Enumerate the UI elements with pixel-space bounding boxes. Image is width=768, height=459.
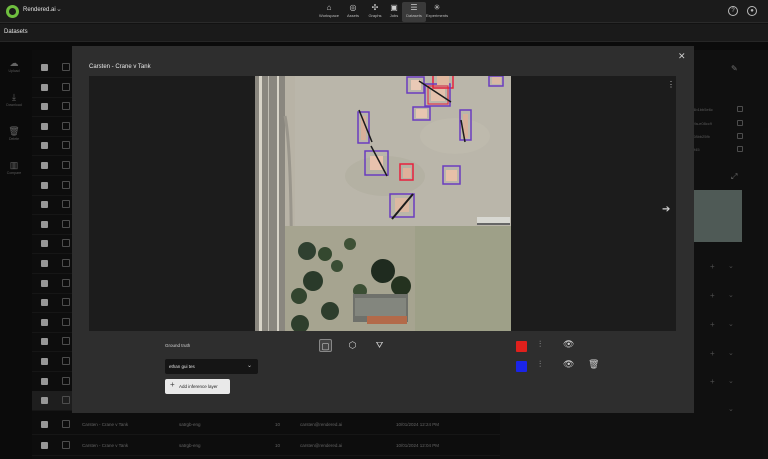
app-logo[interactable] xyxy=(6,5,19,18)
help-icon[interactable]: ? xyxy=(728,6,738,16)
ground-truth-label: Ground truth xyxy=(165,343,191,348)
user-icon[interactable]: ● xyxy=(747,6,757,16)
nav-label: Workspace xyxy=(319,13,339,18)
nav-label: Assets xyxy=(346,13,359,18)
assets-icon: ◎ xyxy=(349,3,357,12)
bounding-box-icon[interactable]: ▢ xyxy=(319,339,332,352)
next-image-arrow-icon[interactable]: ➔ xyxy=(662,204,670,215)
sliders-icon[interactable]: ⫶ xyxy=(539,359,541,370)
page-header xyxy=(0,24,768,42)
app-name: Rendered.ai xyxy=(23,7,56,13)
inference-layer-select-value: ethan gui tes xyxy=(169,364,195,369)
nav-label: Datasets xyxy=(406,13,422,18)
aerial-image[interactable] xyxy=(255,76,511,331)
experiments-icon: ✳ xyxy=(433,3,441,12)
sliders-icon[interactable]: ⫶ xyxy=(539,339,541,350)
nav-assets[interactable]: ◎ Assets xyxy=(341,2,365,22)
close-icon[interactable]: ✕ xyxy=(678,51,686,62)
nav-datasets[interactable]: ☰ Datasets xyxy=(402,2,426,22)
nav-experiments[interactable]: ✳ Experiments xyxy=(425,2,449,22)
polygon-icon[interactable]: ⛛ xyxy=(373,339,386,352)
page-title: Datasets xyxy=(4,29,28,35)
eye-icon[interactable]: 👁 xyxy=(563,359,574,370)
cube-3d-icon[interactable]: ⬡ xyxy=(346,339,359,352)
add-inference-layer-label: Add inference layer xyxy=(179,384,218,389)
eye-icon[interactable]: 👁 xyxy=(563,339,574,350)
nav-label: Experiments xyxy=(425,13,449,18)
inference-layer-color-swatch[interactable] xyxy=(516,361,527,372)
chevron-down-icon[interactable]: ⌄ xyxy=(247,362,252,369)
nav-workspace[interactable]: ⌂ Workspace xyxy=(317,2,341,22)
datasets-icon: ☰ xyxy=(410,3,418,12)
ground-truth-color-swatch[interactable] xyxy=(516,341,527,352)
more-vertical-icon[interactable]: ⋮ xyxy=(667,80,675,89)
chevron-down-icon[interactable]: ⌄ xyxy=(56,5,62,13)
plus-icon: + xyxy=(170,380,175,389)
trash-icon[interactable]: 🗑 xyxy=(588,359,599,370)
modal-title: Carsten - Crane v Tank xyxy=(89,64,151,70)
home-icon: ⌂ xyxy=(326,3,332,12)
aerial-image-svg xyxy=(255,76,511,331)
